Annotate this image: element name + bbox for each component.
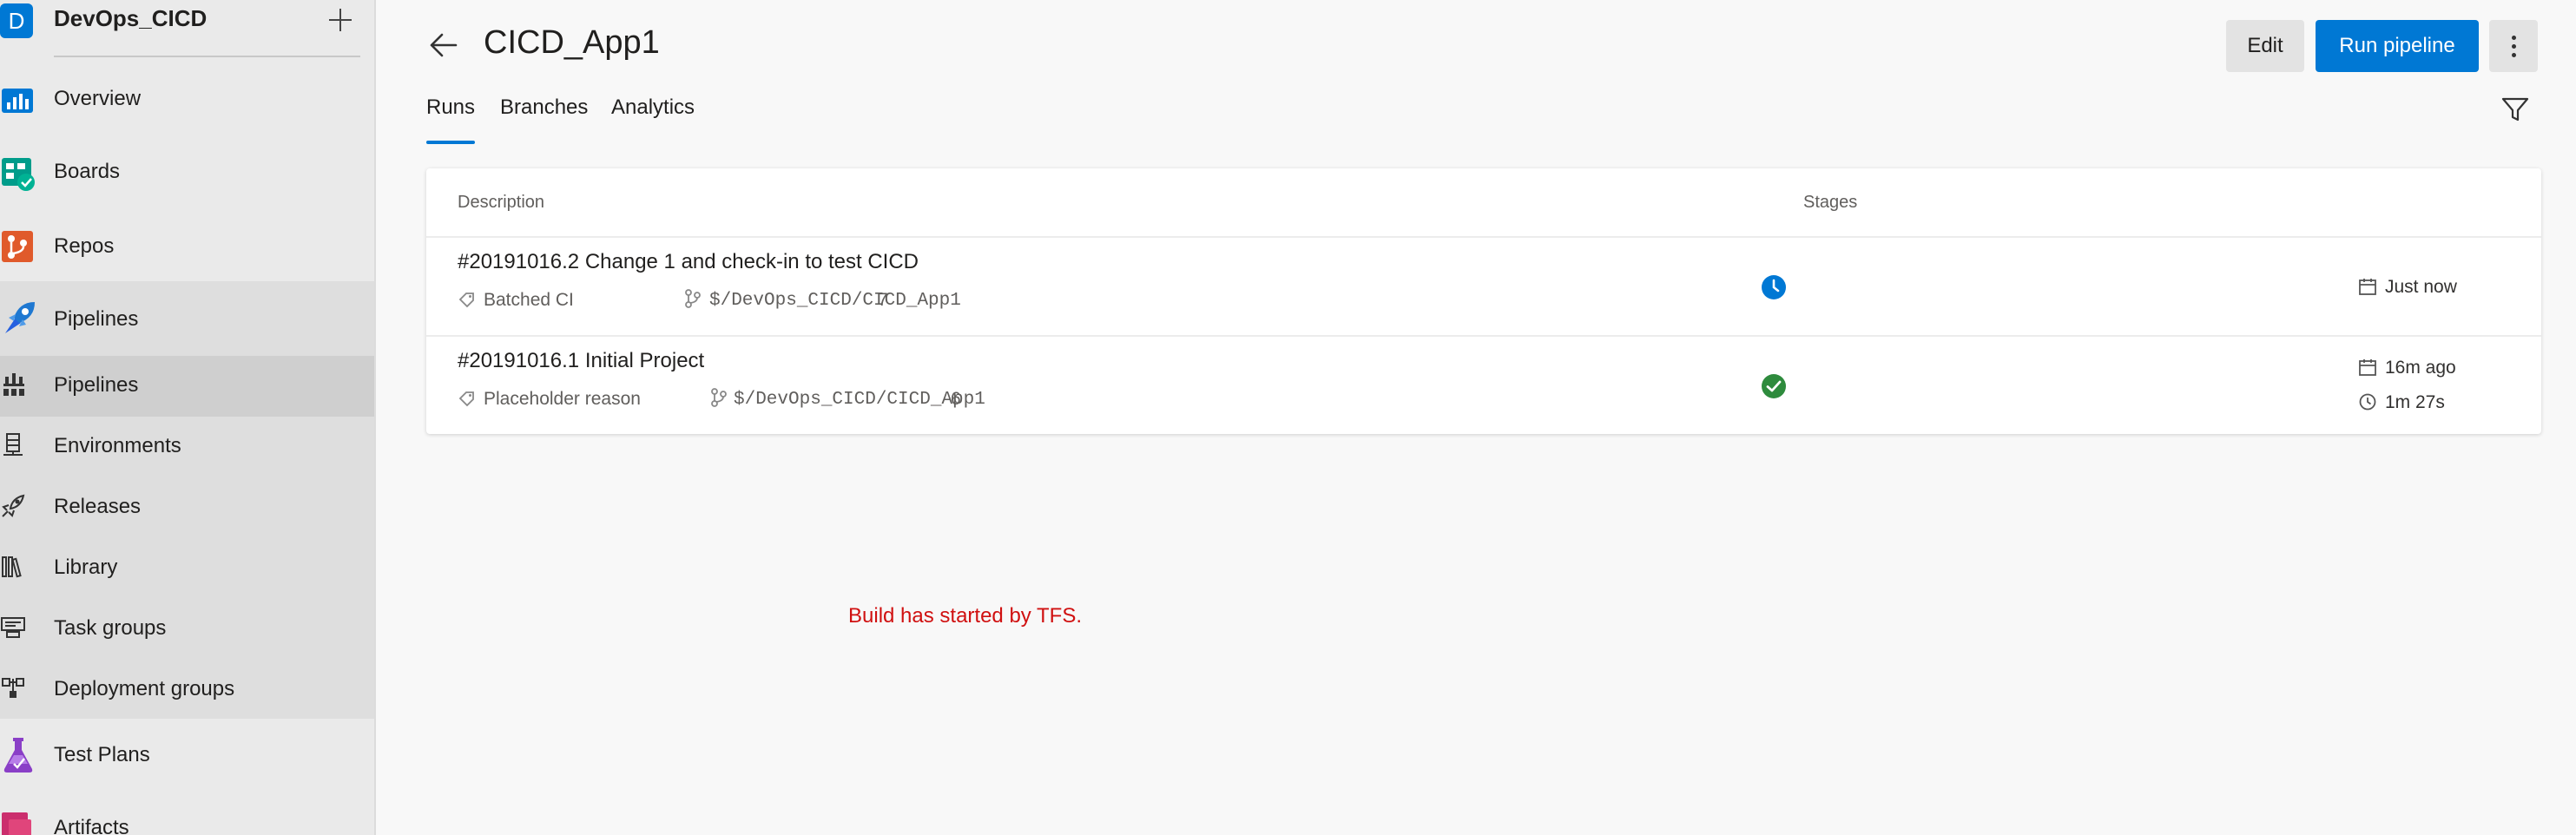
more-options-button[interactable] — [2489, 20, 2538, 72]
column-header-stages: Stages — [1803, 193, 1858, 212]
pipelines-icon — [5, 302, 35, 333]
branch-icon — [685, 289, 701, 308]
runs-table: Description Stages #20191016.2 Change 1 … — [426, 168, 2541, 434]
nav-boards[interactable]: Boards — [0, 153, 374, 196]
task-groups-icon — [1, 617, 25, 638]
run-title[interactable]: #20191016.2 Change 1 and check-in to tes… — [458, 250, 919, 274]
nav-repos[interactable]: Repos — [0, 226, 374, 269]
run-duration: 1m 27s — [2385, 392, 2445, 412]
filter-icon[interactable] — [2500, 94, 2531, 125]
run-title[interactable]: #20191016.1 Initial Project — [458, 349, 704, 373]
run-reason: Placeholder reason — [484, 389, 641, 409]
project-sidebar: D DevOps_CICD Overview Boards Repos Pipe… — [0, 0, 376, 835]
in-progress-icon[interactable] — [1761, 274, 1787, 300]
nav-environments[interactable]: Environments — [0, 425, 374, 469]
clock-icon — [2359, 393, 2376, 411]
nav-deployment-groups[interactable]: Deployment groups — [0, 668, 374, 712]
more-dot — [2512, 36, 2516, 40]
run-pipeline-button[interactable]: Run pipeline — [2316, 20, 2479, 72]
boards-icon — [2, 158, 35, 191]
calendar-icon — [2359, 359, 2376, 376]
project-avatar: D — [0, 3, 33, 38]
divider — [54, 56, 360, 57]
pipelines-sub-icon — [3, 373, 24, 396]
deployment-groups-icon — [2, 678, 24, 698]
overview-icon — [2, 89, 33, 113]
nav-task-groups-label: Task groups — [54, 616, 167, 640]
run-time: 16m ago — [2385, 358, 2456, 378]
repos-icon — [2, 231, 33, 262]
nav-pipelines-label: Pipelines — [54, 373, 139, 397]
tab-runs[interactable]: Runs — [426, 95, 475, 120]
main-content: CICD_App1 Edit Run pipeline Runs Branche… — [376, 0, 2576, 835]
tag-icon — [458, 391, 474, 407]
more-dot — [2512, 44, 2516, 49]
nav-task-groups[interactable]: Task groups — [0, 608, 374, 651]
nav-environments-label: Environments — [54, 434, 181, 457]
nav-test-plans[interactable]: Test Plans — [0, 734, 374, 778]
status-message: Build has started by TFS. — [848, 604, 1083, 628]
calendar-icon — [2359, 279, 2376, 295]
rocket-icon — [2, 494, 25, 517]
environments-icon — [3, 433, 23, 456]
run-changeset: 7 — [878, 290, 888, 310]
nav-library[interactable]: Library — [0, 547, 374, 590]
table-row[interactable]: #20191016.1 Initial Project Placeholder … — [426, 337, 2541, 434]
test-plans-icon — [3, 738, 33, 773]
nav-artifacts-label: Artifacts — [54, 816, 129, 835]
nav-repos-label: Repos — [54, 234, 115, 258]
run-reason: Batched CI — [484, 290, 574, 310]
tab-analytics[interactable]: Analytics — [611, 95, 695, 120]
run-time: Just now — [2385, 277, 2457, 297]
nav-pipelines-section-label: Pipelines — [54, 307, 139, 331]
nav-artifacts[interactable]: Artifacts — [0, 805, 374, 835]
nav-boards-label: Boards — [54, 160, 121, 183]
library-icon — [2, 556, 22, 578]
active-tab-indicator — [426, 141, 475, 144]
branch-icon — [711, 388, 727, 407]
table-row[interactable]: #20191016.2 Change 1 and check-in to tes… — [426, 238, 2541, 335]
nav-pipelines[interactable]: Pipelines — [0, 365, 374, 408]
nav-library-label: Library — [54, 556, 118, 579]
run-changeset: 6 — [951, 389, 961, 409]
run-path: $/DevOps_CICD/CICD_App1 — [709, 291, 961, 311]
nav-overview[interactable]: Overview — [0, 80, 374, 123]
more-dot — [2512, 53, 2516, 57]
nav-releases-label: Releases — [54, 495, 142, 518]
edit-button[interactable]: Edit — [2226, 20, 2304, 72]
nav-overview-label: Overview — [54, 87, 142, 110]
nav-releases[interactable]: Releases — [0, 486, 374, 529]
tag-icon — [458, 293, 474, 308]
nav-pipelines-section[interactable]: Pipelines — [0, 299, 374, 342]
page-title: CICD_App1 — [484, 24, 660, 61]
success-check-icon[interactable] — [1761, 373, 1787, 399]
back-arrow-icon[interactable] — [428, 31, 459, 59]
column-header-description: Description — [458, 193, 545, 212]
artifacts-icon — [2, 812, 31, 835]
tab-branches[interactable]: Branches — [500, 95, 588, 120]
project-name[interactable]: DevOps_CICD — [54, 5, 207, 32]
nav-deployment-groups-label: Deployment groups — [54, 677, 235, 700]
project-header: D DevOps_CICD — [0, 0, 376, 54]
nav-test-plans-label: Test Plans — [54, 743, 150, 766]
run-path: $/DevOps_CICD/CICD_App1 — [734, 390, 985, 410]
add-icon[interactable] — [326, 2, 354, 36]
